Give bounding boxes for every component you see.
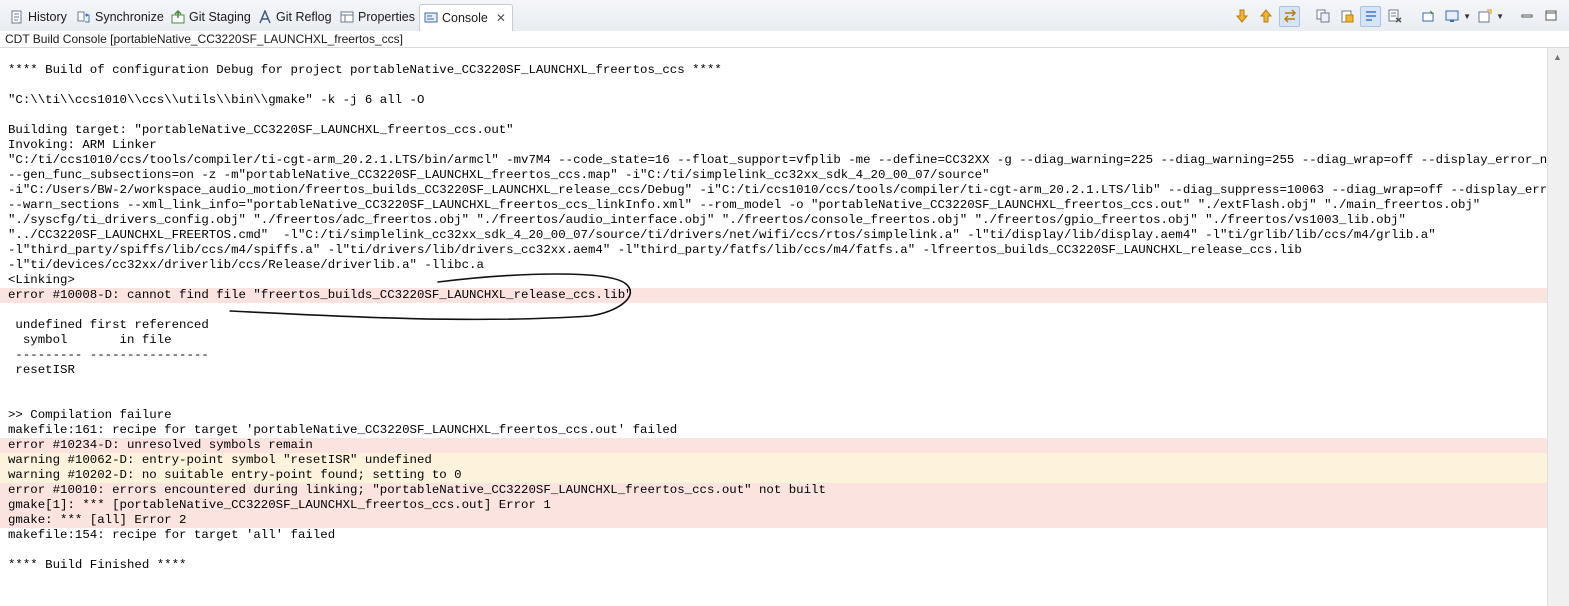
- console-line: "../CC3220SF_LAUNCHXL_FREERTOS.cmd" -l"C…: [8, 228, 1436, 242]
- pin-console-icon[interactable]: [1417, 6, 1438, 27]
- console-line: "C:\\ti\\ccs1010\\ccs\\utils\\bin\\gmake…: [8, 93, 425, 107]
- console-line: >> Compilation failure: [8, 408, 172, 422]
- display-selected-console-icon[interactable]: [1441, 6, 1462, 27]
- console-error-line: gmake: *** [all] Error 2: [0, 513, 1547, 528]
- scroll-up-icon[interactable]: ▲: [1553, 52, 1562, 62]
- console-line: makefile:154: recipe for target 'all' fa…: [8, 528, 336, 542]
- tab-label: Git Staging: [189, 10, 251, 24]
- console-line: --warn_sections --xml_link_info="portabl…: [8, 198, 1481, 212]
- tab-label: Git Reflog: [276, 10, 332, 24]
- minimize-icon[interactable]: [1516, 6, 1537, 27]
- word-wrap-icon[interactable]: [1360, 5, 1382, 27]
- console-line: --gen_func_subsections=on -z -m"portable…: [8, 168, 990, 182]
- tab-history[interactable]: History: [10, 5, 67, 29]
- console-warning-line: warning #10062-D: entry-point symbol "re…: [0, 453, 1547, 468]
- console-line: -l"third_party/spiffs/lib/ccs/m4/spiffs.…: [8, 243, 1302, 257]
- properties-icon: [340, 10, 354, 24]
- console-line: -i"C:/Users/BW-2/workspace_audio_motion/…: [8, 183, 1547, 197]
- view-tab-bar: History Synchronize Git Staging Git Refl…: [0, 0, 1569, 32]
- vertical-scrollbar[interactable]: ▲: [1547, 48, 1569, 606]
- synchronize-icon: [77, 10, 91, 24]
- console-line: <Linking>: [8, 273, 75, 287]
- next-error-icon[interactable]: [1231, 6, 1252, 27]
- previous-error-icon[interactable]: [1255, 6, 1276, 27]
- copy-icon[interactable]: [1312, 6, 1333, 27]
- tab-label: Properties: [358, 10, 415, 24]
- console-line: makefile:161: recipe for target 'portabl…: [8, 423, 678, 437]
- console-title: CDT Build Console [portableNative_CC3220…: [0, 31, 1569, 48]
- console-line: --------- ----------------: [8, 348, 209, 362]
- tab-git-staging[interactable]: Git Staging: [171, 5, 251, 29]
- link-to-editor-icon[interactable]: [1279, 5, 1301, 27]
- console-line: **** Build of configuration Debug for pr…: [8, 63, 722, 77]
- console-line: symbol in file: [8, 333, 172, 347]
- tab-properties[interactable]: Properties: [340, 5, 415, 29]
- console-line: **** Build Finished ****: [8, 558, 187, 572]
- console-error-line: error #10010: errors encountered during …: [0, 483, 1547, 498]
- git-staging-icon: [171, 10, 185, 24]
- console-error-line: error #10008-D: cannot find file "freert…: [0, 288, 1547, 303]
- git-reflog-icon: [258, 10, 272, 24]
- tab-synchronize[interactable]: Synchronize: [77, 5, 164, 29]
- console-output[interactable]: **** Build of configuration Debug for pr…: [0, 48, 1547, 606]
- console-line: resetISR: [8, 363, 75, 377]
- tab-label: Console: [442, 11, 488, 25]
- console-line: -l"ti/devices/cc32xx/driverlib/ccs/Relea…: [8, 258, 484, 272]
- close-icon[interactable]: ✕: [496, 11, 506, 25]
- console-line: Building target: "portableNative_CC3220S…: [8, 123, 514, 137]
- console-error-line: gmake[1]: *** [portableNative_CC3220SF_L…: [0, 498, 1547, 513]
- history-icon: [10, 10, 24, 24]
- paste-icon[interactable]: [1336, 6, 1357, 27]
- tab-label: Synchronize: [95, 10, 164, 24]
- chevron-down-icon[interactable]: ▼: [1496, 12, 1504, 21]
- maximize-icon[interactable]: [1540, 6, 1561, 27]
- clear-console-icon[interactable]: [1384, 6, 1405, 27]
- console-warning-line: warning #10202-D: no suitable entry-poin…: [0, 468, 1547, 483]
- console-toolbar: ▼ ▼: [1231, 5, 1561, 27]
- console-line: undefined first referenced: [8, 318, 209, 332]
- tab-git-reflog[interactable]: Git Reflog: [258, 5, 332, 29]
- console-line: Invoking: ARM Linker: [8, 138, 157, 152]
- chevron-down-icon[interactable]: ▼: [1463, 12, 1471, 21]
- tab-label: History: [28, 10, 67, 24]
- console-line: "./syscfg/ti_drivers_config.obj" "./free…: [8, 213, 1406, 227]
- console-error-line: error #10234-D: unresolved symbols remai…: [0, 438, 1547, 453]
- console-line: "C:/ti/ccs1010/ccs/tools/compiler/ti-cgt…: [8, 153, 1547, 167]
- tab-console[interactable]: Console ✕: [419, 4, 513, 31]
- open-console-icon[interactable]: [1474, 6, 1495, 27]
- console-icon: [424, 11, 438, 25]
